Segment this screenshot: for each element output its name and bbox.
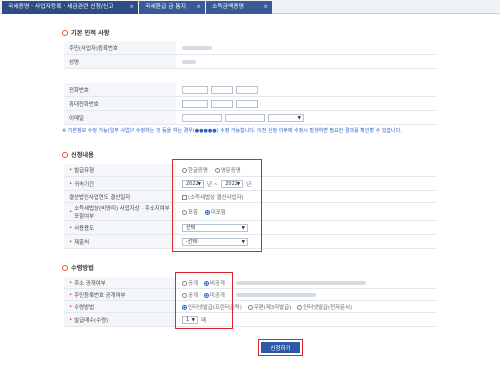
- phone-input-2[interactable]: [211, 85, 233, 94]
- section-bullet-icon: [62, 30, 68, 36]
- email-id-input[interactable]: [182, 113, 222, 122]
- close-icon[interactable]: ×: [196, 1, 201, 14]
- receive-section-title: 수령방법: [62, 263, 94, 272]
- radio-method-mail[interactable]: 우편(제3자발급): [247, 303, 291, 311]
- mobile-input-2[interactable]: [211, 99, 233, 108]
- apply-button[interactable]: 신청하기: [258, 339, 303, 356]
- phone-input-1[interactable]: [182, 85, 208, 94]
- rrn-hint: [235, 292, 316, 297]
- mobile-input-3[interactable]: [236, 99, 258, 108]
- close-icon[interactable]: ×: [263, 1, 268, 14]
- row-addr-public: • 주소 공개여부 공개 비공개: [64, 277, 436, 289]
- row-name: 성명: [64, 55, 436, 69]
- row-mobile: 휴대전화번호: [64, 97, 436, 111]
- email-domain-input[interactable]: [225, 113, 265, 122]
- name-value: [182, 59, 196, 64]
- row-rrn: 주민(사업자)등록번호: [64, 41, 436, 55]
- section-bullet-icon: [62, 152, 68, 158]
- section-bullet-icon: [62, 265, 68, 271]
- rrn-value: [182, 45, 212, 50]
- row-email: 이메일 ▼: [64, 111, 436, 125]
- tab-refund-notice[interactable]: 국세환급 금 통지 ×: [139, 1, 205, 14]
- row-phone: 전화번호: [64, 83, 436, 97]
- row-copies: • 발급매수(수령) 1 ▼ 매: [64, 313, 436, 327]
- highlight-apply-box: [172, 159, 262, 252]
- basic-info-title: 기본 인적 사항: [62, 28, 109, 37]
- highlight-receive-box: [175, 272, 233, 329]
- radio-method-edoc[interactable]: 인터넷발급(전자문서): [297, 303, 352, 311]
- email-domain-select[interactable]: ▼: [268, 113, 304, 122]
- close-icon[interactable]: ×: [129, 1, 134, 14]
- addr-hint: [235, 280, 366, 285]
- tab-bar: 국세증명 · 사업자등록 · 세금관련 신청/신고 × 국세환급 금 통지 × 소득…: [0, 0, 500, 14]
- apply-section-title: 신청내용: [62, 150, 94, 159]
- tab-tax-certificate[interactable]: 국세증명 · 사업자등록 · 세금관련 신청/신고 ×: [2, 1, 138, 14]
- row-receive-method: • 수령방법 인터넷발급(프린터출력) 우편(제3자발급) 인터넷발급(전자문서): [64, 301, 436, 313]
- phone-input-3[interactable]: [236, 85, 258, 94]
- row-rrn-public: • 주민등록번호 공개여부 공개 미공개: [64, 289, 436, 301]
- info-notice: ※ 기본정보 수정 가능(일부 사업)? 수정하는 것 등을 하는 경우(●●●…: [62, 128, 402, 134]
- tab-income-certificate[interactable]: 소득금액증명 ×: [206, 1, 272, 14]
- mobile-input-1[interactable]: [182, 99, 208, 108]
